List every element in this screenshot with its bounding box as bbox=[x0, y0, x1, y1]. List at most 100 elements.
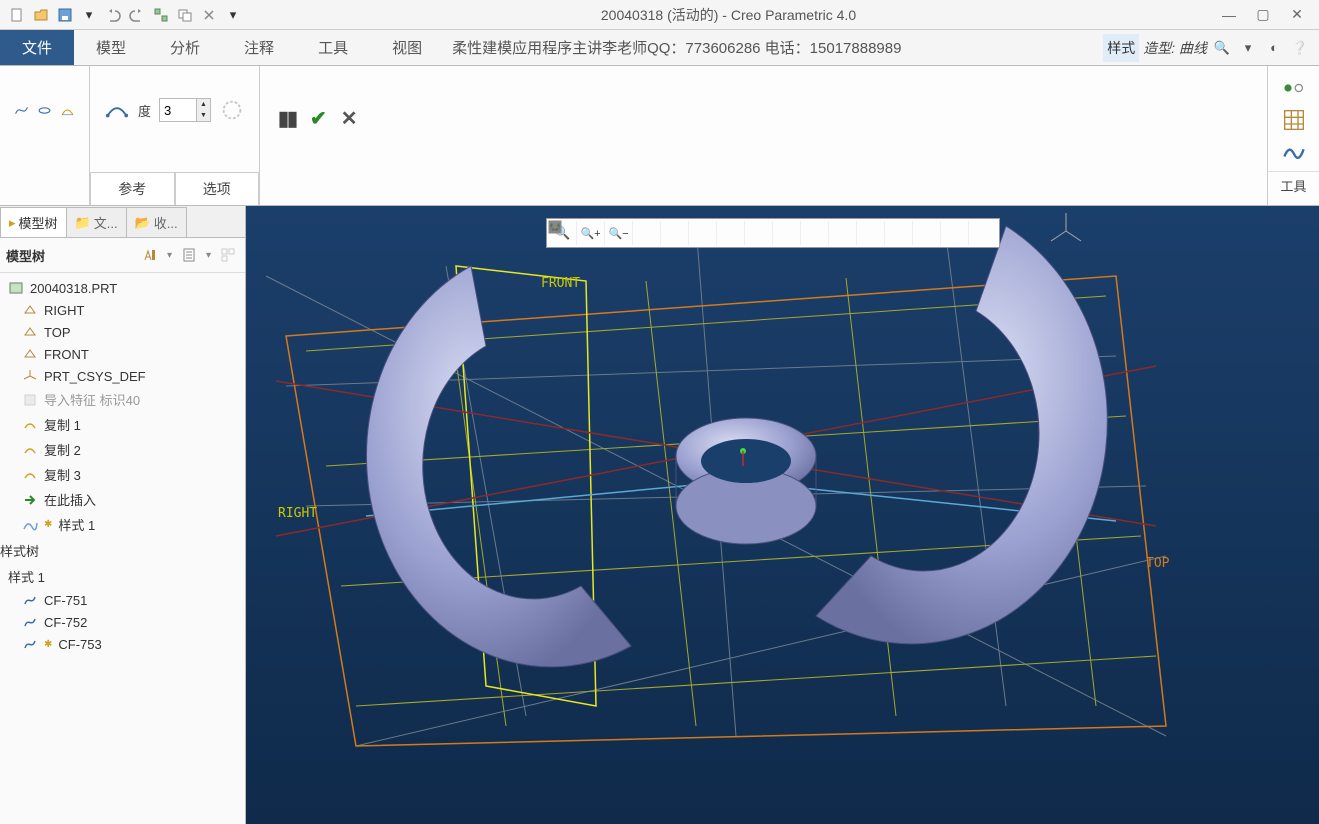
import-icon bbox=[22, 392, 38, 408]
copy-icon bbox=[22, 442, 38, 458]
tree-item[interactable]: 复制 2 bbox=[0, 437, 245, 462]
cancel-button[interactable]: ✕ bbox=[341, 106, 358, 131]
new-button[interactable] bbox=[6, 4, 28, 26]
tab-analysis[interactable]: 分析 bbox=[148, 30, 222, 65]
learning-icon[interactable]: ◐ bbox=[1263, 37, 1285, 59]
lp-tab-filetree[interactable]: 📁文... bbox=[66, 207, 127, 237]
marquee-text: 柔性建模应用程序主讲李老师QQ：773606286 电话：15017888989 bbox=[444, 30, 1095, 65]
point-display-icon[interactable] bbox=[801, 221, 829, 245]
curve-icon bbox=[22, 636, 38, 652]
curve-edit-icon[interactable] bbox=[104, 96, 130, 124]
tab-annotate[interactable]: 注释 bbox=[222, 30, 296, 65]
degree-down[interactable]: ▼ bbox=[196, 110, 210, 121]
datum-display-icon[interactable] bbox=[745, 221, 773, 245]
lp-tab-modeltree[interactable]: ▸模型树 bbox=[0, 207, 67, 237]
zoom-out-icon[interactable]: 🔍− bbox=[605, 221, 633, 245]
tab-tools[interactable]: 工具 bbox=[296, 30, 370, 65]
style-breadcrumb: 造型: 曲线 bbox=[1143, 38, 1207, 58]
axis-display-icon[interactable] bbox=[773, 221, 801, 245]
degree-input[interactable] bbox=[160, 99, 196, 121]
degree-label: 度 bbox=[138, 101, 151, 120]
tree-root[interactable]: 20040318.PRT bbox=[0, 277, 245, 299]
datum-right-label: RIGHT bbox=[278, 506, 317, 521]
star-icon: ✱ bbox=[44, 639, 52, 650]
grid-icon[interactable] bbox=[1282, 108, 1306, 132]
tree-item[interactable]: 复制 1 bbox=[0, 412, 245, 437]
redo-button[interactable] bbox=[126, 4, 148, 26]
spin-center-icon[interactable] bbox=[913, 221, 941, 245]
pause-button[interactable]: ▮▮ bbox=[278, 106, 296, 131]
tab-file[interactable]: 文件 bbox=[0, 30, 74, 65]
tree-item[interactable]: 导入特征 标识40 bbox=[0, 387, 245, 412]
tab-model[interactable]: 模型 bbox=[74, 30, 148, 65]
curve-extra-icon[interactable] bbox=[219, 96, 245, 124]
menubar: 文件 模型 分析 注释 工具 视图 柔性建模应用程序主讲李老师QQ：773606… bbox=[0, 30, 1319, 66]
leftpanel-tabs: ▸模型树 📁文... 📂收... bbox=[0, 206, 245, 238]
view-manager-icon[interactable] bbox=[717, 221, 745, 245]
curve-free-icon[interactable] bbox=[14, 96, 29, 124]
lp-filter-icon[interactable] bbox=[217, 244, 239, 266]
undo-button[interactable] bbox=[102, 4, 124, 26]
datum-front-label: FRONT bbox=[541, 276, 580, 291]
content: ▸模型树 📁文... 📂收... 模型树 ▾ ▾ 20040318.PRT RI… bbox=[0, 206, 1319, 824]
style-tab[interactable]: 样式 bbox=[1103, 34, 1139, 62]
plane-icon bbox=[22, 302, 38, 318]
repaint-icon[interactable] bbox=[633, 221, 661, 245]
tree-item[interactable]: ✱样式 1 bbox=[0, 512, 245, 537]
search-dropdown[interactable]: ▾ bbox=[1237, 37, 1259, 59]
degree-up[interactable]: ▲ bbox=[196, 99, 210, 110]
tree-item[interactable]: TOP bbox=[0, 321, 245, 343]
style-tree: 样式 1 CF-751 CF-752 ✱CF-753 bbox=[0, 560, 245, 659]
ref-subtab[interactable]: 参考 bbox=[90, 172, 175, 205]
style-item[interactable]: CF-752 bbox=[0, 611, 245, 633]
tree-item[interactable]: FRONT bbox=[0, 343, 245, 365]
lp-settings-icon[interactable] bbox=[139, 244, 161, 266]
named-views-icon[interactable] bbox=[969, 221, 997, 245]
regen-button[interactable] bbox=[150, 4, 172, 26]
canvas-3d[interactable]: FRONT RIGHT TOP 🔍 🔍+ 🔍− bbox=[246, 206, 1319, 824]
lp-show-drop[interactable]: ▾ bbox=[206, 250, 211, 261]
close-button[interactable]: ✕ bbox=[1287, 5, 1307, 25]
save-dropdown[interactable]: ▾ bbox=[78, 4, 100, 26]
maximize-button[interactable]: ▢ bbox=[1253, 5, 1273, 25]
windows-button[interactable] bbox=[174, 4, 196, 26]
model-tree: 20040318.PRT RIGHT TOP FRONT PRT_CSYS_DE… bbox=[0, 273, 245, 541]
tree-item[interactable]: PRT_CSYS_DEF bbox=[0, 365, 245, 387]
minimize-button[interactable]: — bbox=[1219, 5, 1239, 25]
canvas-svg bbox=[246, 206, 1319, 824]
ribbon-right-sidebar: 工具 bbox=[1267, 66, 1319, 205]
style-tree-header: 样式树 bbox=[0, 541, 245, 560]
style-item[interactable]: CF-751 bbox=[0, 589, 245, 611]
help-icon[interactable]: ❔ bbox=[1289, 37, 1311, 59]
opt-subtab[interactable]: 选项 bbox=[175, 172, 260, 205]
curve-cos-icon[interactable] bbox=[60, 96, 75, 124]
search-icon[interactable]: 🔍 bbox=[1211, 37, 1233, 59]
open-button[interactable] bbox=[30, 4, 52, 26]
plane-icon bbox=[22, 324, 38, 340]
plane-display-icon[interactable] bbox=[857, 221, 885, 245]
qat-dropdown[interactable]: ▾ bbox=[222, 4, 244, 26]
lp-show-icon[interactable] bbox=[178, 244, 200, 266]
csys-display-icon[interactable] bbox=[829, 221, 857, 245]
style-item[interactable]: ✱CF-753 bbox=[0, 633, 245, 655]
insert-icon bbox=[22, 492, 38, 508]
lp-tab-favorites[interactable]: 📂收... bbox=[126, 207, 187, 237]
accept-button[interactable]: ✔ bbox=[310, 106, 327, 131]
display-style-icon[interactable] bbox=[661, 221, 689, 245]
tab-view[interactable]: 视图 bbox=[370, 30, 444, 65]
saved-views-icon[interactable] bbox=[689, 221, 717, 245]
tree-item[interactable]: RIGHT bbox=[0, 299, 245, 321]
lp-settings-drop[interactable]: ▾ bbox=[167, 250, 172, 261]
tree-item[interactable]: 在此插入 bbox=[0, 487, 245, 512]
style-root[interactable]: 样式 1 bbox=[0, 564, 245, 589]
close-window-button[interactable] bbox=[198, 4, 220, 26]
traffic-light-icon[interactable] bbox=[1282, 76, 1306, 100]
curve-planar-icon[interactable] bbox=[37, 96, 52, 124]
degree-input-wrap: ▲ ▼ bbox=[159, 98, 211, 122]
save-button[interactable] bbox=[54, 4, 76, 26]
annotation-display-icon[interactable] bbox=[885, 221, 913, 245]
tree-item[interactable]: 复制 3 bbox=[0, 462, 245, 487]
perspective-icon[interactable] bbox=[941, 221, 969, 245]
zoom-in-icon[interactable]: 🔍+ bbox=[577, 221, 605, 245]
surface-icon[interactable] bbox=[1282, 139, 1306, 163]
